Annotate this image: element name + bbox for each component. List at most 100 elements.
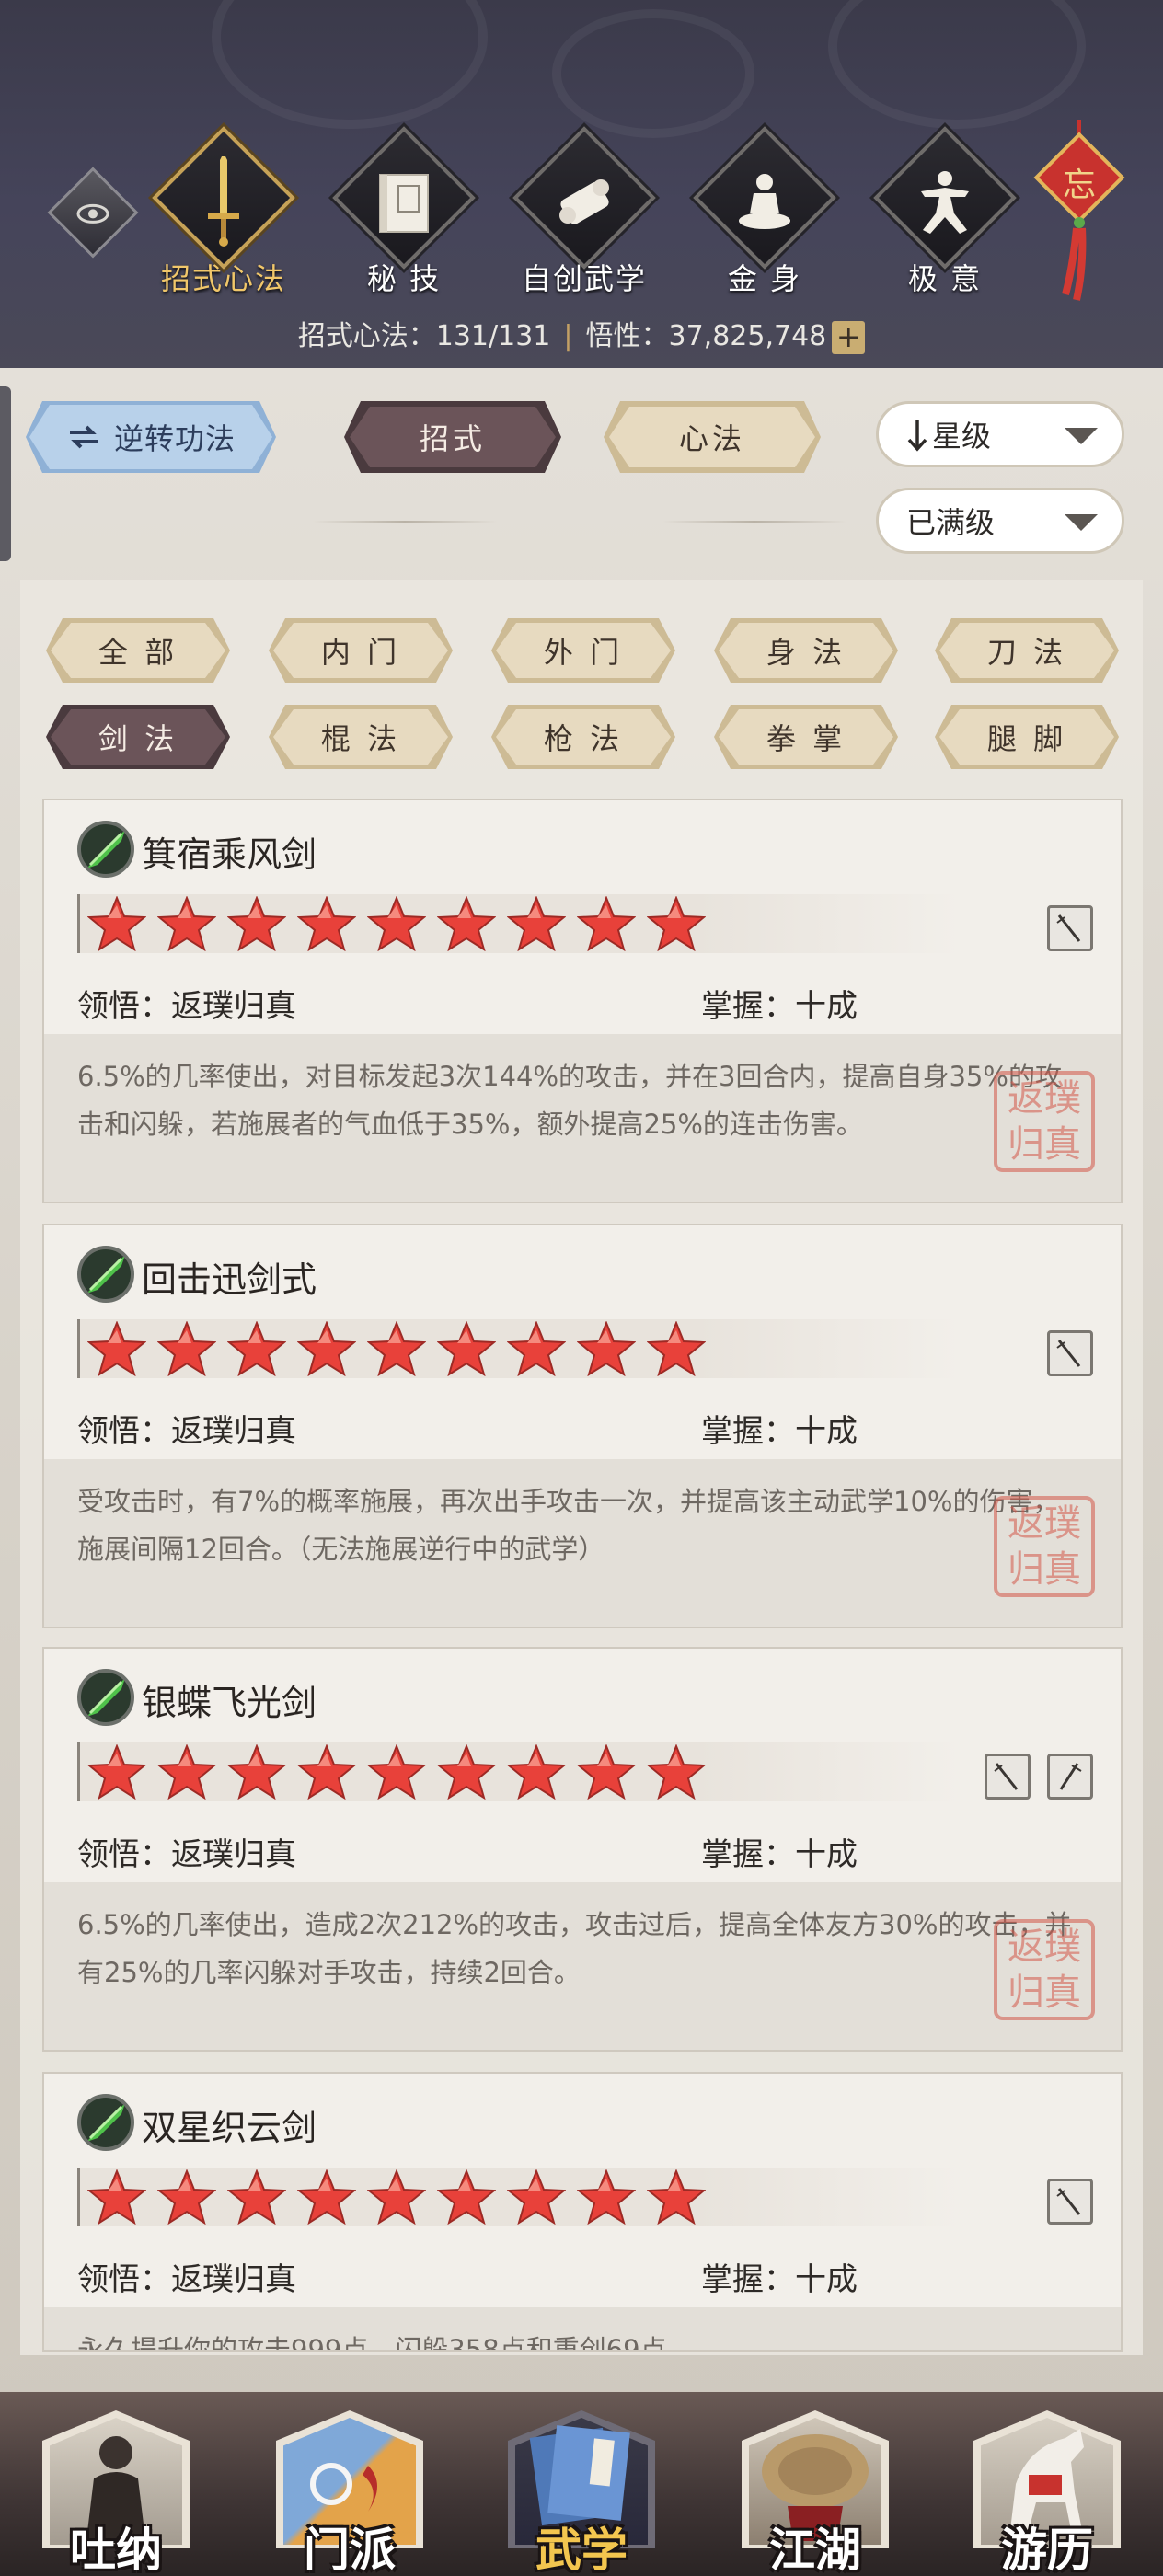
star-icon xyxy=(577,1321,636,1376)
category-5[interactable]: 剑 法 xyxy=(51,709,225,765)
scroll-icon xyxy=(559,179,609,224)
chinese-knot-button[interactable]: 忘 xyxy=(1029,120,1130,304)
star-icon xyxy=(157,896,216,951)
reverse-label: 逆转功法 xyxy=(113,421,236,456)
skill-name: 箕宿乘风剑 xyxy=(142,834,317,875)
star-icon xyxy=(647,1321,706,1376)
star-rating xyxy=(77,2168,961,2226)
star-icon xyxy=(367,1744,426,1800)
category-6[interactable]: 棍 法 xyxy=(273,709,448,765)
star-icon xyxy=(157,1744,216,1800)
nav-label: 武学 xyxy=(535,2523,628,2576)
category-7[interactable]: 枪 法 xyxy=(496,709,671,765)
nav-jianghu[interactable]: 江湖 xyxy=(732,2401,898,2576)
nav-sect[interactable]: 门派 xyxy=(267,2401,432,2576)
separator: | xyxy=(563,320,573,352)
star-icon xyxy=(87,2169,146,2225)
skill-name: 双星织云剑 xyxy=(142,2108,317,2148)
nav-martial-arts[interactable]: 武学 xyxy=(499,2401,664,2576)
nav-breathing[interactable]: 吐纳 xyxy=(33,2401,199,2576)
tab-moves-heart[interactable]: 招式心法 xyxy=(145,126,295,296)
skill-description: 受攻击时，有7%的概率施展，再次出手攻击一次，并提高该主动武学10%的伤害，施展… xyxy=(77,1486,1060,1565)
category-4[interactable]: 刀 法 xyxy=(939,623,1114,678)
star-icon xyxy=(647,2169,706,2225)
weapon-type-icon[interactable] xyxy=(1047,905,1093,951)
tab-golden-body[interactable]: 金 身 xyxy=(686,126,836,296)
tab-ultimate-intent[interactable]: 极 意 xyxy=(867,126,1017,296)
star-icon xyxy=(577,2169,636,2225)
chinese-knot-icon xyxy=(1033,120,1125,301)
weapon-type-icon[interactable] xyxy=(1047,2179,1093,2225)
skill-name: 回击迅剑式 xyxy=(142,1259,317,1300)
tab-custom-martial[interactable]: 自创武学 xyxy=(506,126,656,296)
star-icon xyxy=(157,2169,216,2225)
reverse-skill-button[interactable]: 逆转功法 xyxy=(29,405,272,469)
meditation-icon xyxy=(739,174,790,229)
skill-count: 招式心法：131/131 xyxy=(297,320,551,352)
tab-label: 秘 技 xyxy=(366,261,442,296)
category-0[interactable]: 全 部 xyxy=(51,623,225,678)
category-label: 剑 法 xyxy=(98,721,178,756)
star-icon xyxy=(507,1321,566,1376)
nav-travel[interactable]: 游历 xyxy=(964,2401,1130,2576)
sword-skill-icon xyxy=(77,821,134,878)
star-icon xyxy=(227,896,286,951)
weapon-type-icon[interactable] xyxy=(985,1754,1031,1800)
tab-label: 极 意 xyxy=(907,261,983,296)
star-icon xyxy=(87,896,146,951)
star-icon xyxy=(87,1744,146,1800)
knot-char: 忘 xyxy=(1062,167,1096,204)
status-line: 招式心法：131/131 | 悟性：37,825,748 + xyxy=(0,313,1163,354)
skill-comprehension: 领悟：返璞归真 xyxy=(77,1836,296,1873)
star-icon xyxy=(507,896,566,951)
skill-mastery: 掌握：十成 xyxy=(701,988,858,1025)
skill-mastery: 掌握：十成 xyxy=(701,1836,858,1873)
star-icon xyxy=(647,1744,706,1800)
swap-icon xyxy=(66,423,101,451)
book-icon xyxy=(379,174,429,233)
skill-card[interactable]: 箕宿乘风剑 领悟：返璞归真 掌握：十成 6.5%的几率使出，对目标发起3次144… xyxy=(44,800,1121,1202)
star-icon xyxy=(437,2169,496,2225)
star-icon xyxy=(227,2169,286,2225)
star-rating xyxy=(77,1319,961,1378)
tab-moves[interactable]: 招式 xyxy=(350,407,556,467)
seal-stamp: 返璞归真 xyxy=(994,1071,1095,1172)
skill-card[interactable]: 回击迅剑式 领悟：返璞归真 掌握：十成 受攻击时，有7%的概率施展，再次出手攻击… xyxy=(44,1225,1121,1627)
skill-mastery: 掌握：十成 xyxy=(701,1413,858,1450)
skill-mastery: 掌握：十成 xyxy=(701,2261,858,2298)
sword-skill-icon xyxy=(77,1669,134,1726)
category-label: 内 门 xyxy=(320,635,401,670)
tab-heart-method[interactable]: 心法 xyxy=(609,407,815,467)
star-icon xyxy=(577,1744,636,1800)
category-8[interactable]: 拳 掌 xyxy=(719,709,893,765)
category-label: 棍 法 xyxy=(320,721,401,756)
add-insight-button[interactable]: + xyxy=(832,320,866,354)
category-9[interactable]: 腿 脚 xyxy=(939,709,1114,765)
star-icon xyxy=(507,1744,566,1800)
skill-card[interactable]: 双星织云剑 领悟：返璞归真 掌握：十成 永久提升你的攻击999点、闪躲358点和… xyxy=(44,2074,1121,2350)
tab-label: 金 身 xyxy=(727,261,802,296)
star-icon xyxy=(297,2169,356,2225)
seal-stamp: 返璞归真 xyxy=(994,1919,1095,2020)
insight-value: 悟性：37,825,748 xyxy=(585,320,827,352)
star-icon xyxy=(227,1321,286,1376)
star-icon xyxy=(437,1321,496,1376)
skill-comprehension: 领悟：返璞归真 xyxy=(77,988,296,1025)
category-label: 腿 脚 xyxy=(986,721,1067,756)
category-3[interactable]: 身 法 xyxy=(719,623,893,678)
category-2[interactable]: 外 门 xyxy=(496,623,671,678)
side-drawer-handle[interactable] xyxy=(0,386,11,561)
star-icon xyxy=(647,896,706,951)
star-icon xyxy=(577,896,636,951)
weapon-type-icon[interactable] xyxy=(1047,1330,1093,1376)
level-dropdown[interactable]: 已满级 xyxy=(876,488,1124,554)
category-label: 全 部 xyxy=(98,635,178,670)
chevron-down-icon xyxy=(1065,428,1098,444)
sort-dropdown[interactable]: 星级 xyxy=(876,401,1124,467)
category-1[interactable]: 内 门 xyxy=(273,623,448,678)
tab-secret-skill[interactable]: 秘 技 xyxy=(326,126,476,296)
weapon-type-icon[interactable] xyxy=(1047,1754,1093,1800)
skill-card[interactable]: 银蝶飞光剑 领悟：返璞归真 掌握：十成 6.5%的几率使出，造成2次212%的攻… xyxy=(44,1649,1121,2050)
category-label: 刀 法 xyxy=(986,635,1067,670)
star-icon xyxy=(157,1321,216,1376)
